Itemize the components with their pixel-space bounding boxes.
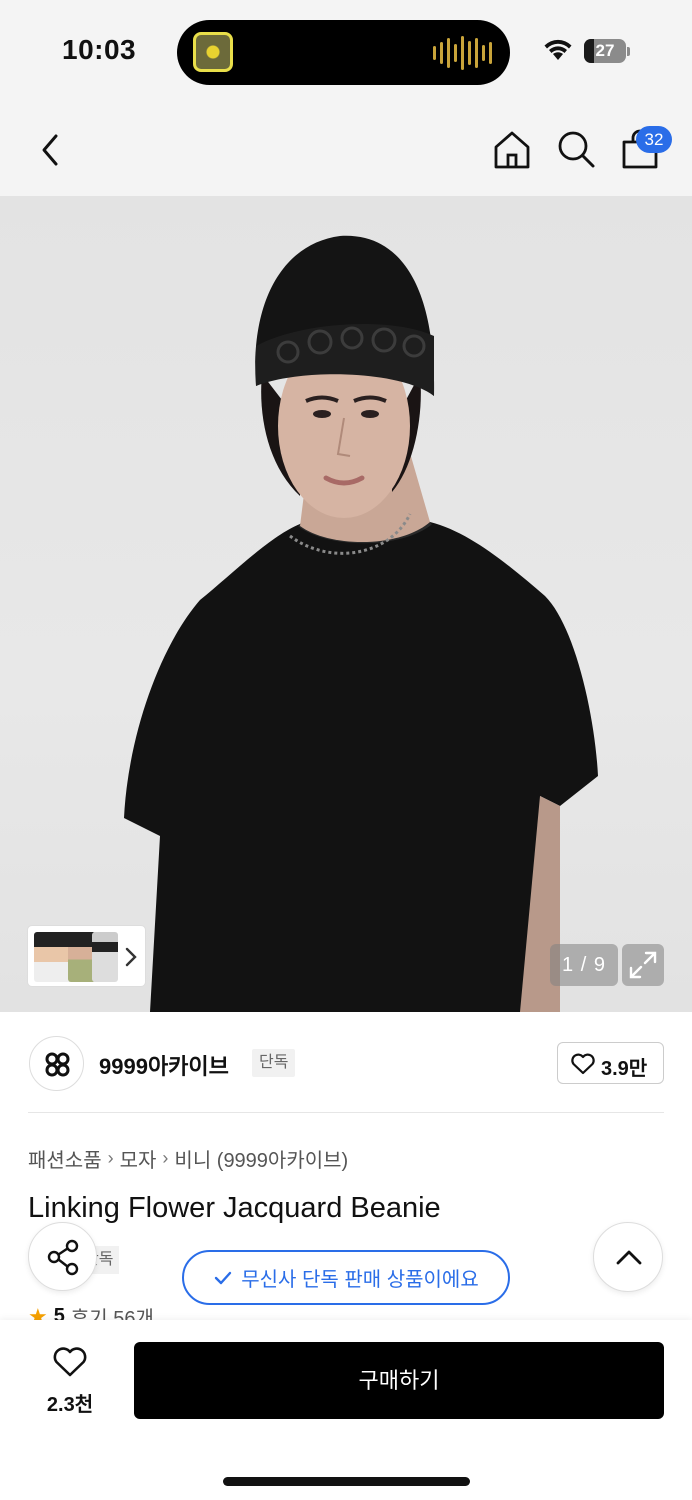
chevron-up-icon [616, 1250, 642, 1265]
image-pager: 1 / 9 [550, 944, 618, 986]
back-chevron-icon[interactable] [34, 130, 66, 170]
breadcrumb-item[interactable]: 비니 (9999아카이브) [174, 1144, 348, 1173]
thumbnail-image[interactable] [92, 932, 118, 982]
brand-like-count: 3.9만 [601, 1058, 648, 1080]
audio-waveform-icon [433, 36, 492, 70]
buy-button[interactable]: 구매하기 [134, 1342, 664, 1419]
product-photo [124, 235, 598, 1012]
notice-text: 무신사 단독 판매 상품이에요 [241, 1269, 479, 1291]
product-title: Linking Flower Jacquard Beanie [28, 1192, 441, 1224]
now-playing-artwork [193, 32, 233, 72]
battery-level-text: 27 [595, 41, 615, 60]
status-time: 10:03 [62, 34, 137, 65]
wifi-icon [544, 39, 572, 60]
expand-icon [629, 951, 657, 979]
brand-name[interactable]: 9999아카이브 [99, 1049, 229, 1081]
brand-logo-icon [45, 1052, 70, 1077]
heart-icon [571, 1053, 595, 1075]
home-indicator[interactable] [223, 1477, 470, 1486]
product-image-gallery[interactable] [0, 196, 692, 1012]
share-button[interactable] [28, 1222, 97, 1291]
breadcrumb: 패션소품 › 모자 › 비니 (9999아카이브) [28, 1144, 348, 1173]
home-icon[interactable] [491, 128, 533, 170]
check-icon [215, 1271, 232, 1284]
divider [28, 1112, 664, 1113]
thumbnail-strip[interactable] [28, 926, 145, 986]
chevron-right-icon [125, 947, 137, 967]
breadcrumb-item[interactable]: 패션소품 [28, 1144, 102, 1173]
chevron-right-icon: › [162, 1148, 169, 1168]
wishlist-count: 2.3천 [46, 1394, 94, 1416]
cart-count-badge: 32 [636, 126, 672, 153]
chevron-right-icon: › [107, 1148, 114, 1168]
search-icon[interactable] [555, 128, 597, 170]
brand-exclusive-tag: 단독 [252, 1049, 296, 1077]
scroll-to-top-button[interactable] [593, 1222, 663, 1292]
share-icon [47, 1239, 79, 1276]
battery-indicator: 27 [584, 39, 626, 63]
brand-like-button[interactable]: 3.9만 [557, 1042, 664, 1084]
breadcrumb-item[interactable]: 모자 [120, 1144, 157, 1173]
brand-logo[interactable] [29, 1036, 84, 1091]
exclusive-notice-toast: 무신사 단독 판매 상품이에요 [182, 1250, 510, 1305]
wishlist-button[interactable]: 2.3천 [28, 1342, 112, 1418]
expand-image-button[interactable] [622, 944, 664, 986]
heart-icon [53, 1347, 87, 1377]
status-bar: 10:03 27 [0, 0, 692, 100]
dynamic-island[interactable] [177, 20, 510, 85]
